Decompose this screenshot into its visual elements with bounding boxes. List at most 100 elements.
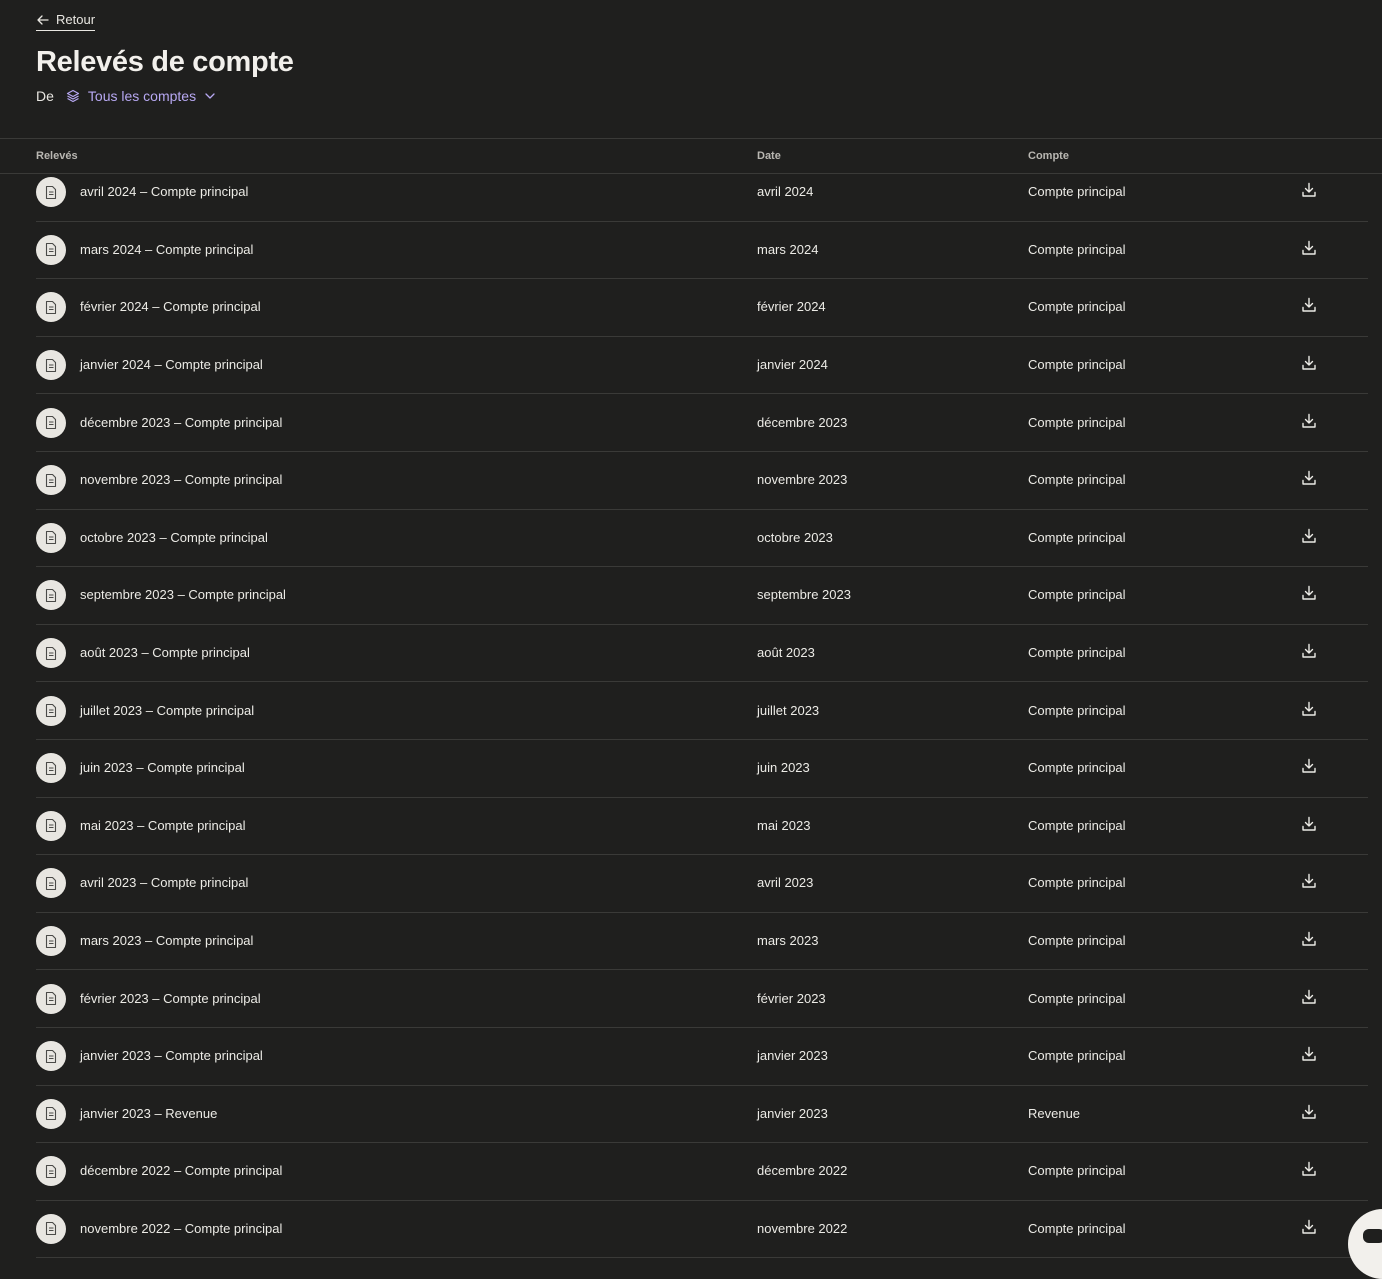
download-button[interactable] [1300,584,1318,602]
table-row[interactable]: juillet 2023 – Compte principal juillet 2… [36,682,1368,740]
download-button[interactable] [1300,1218,1318,1236]
download-button[interactable] [1300,527,1318,545]
document-badge [36,1041,66,1072]
document-badge [36,868,66,899]
statement-account: Revenue [1028,1105,1081,1121]
statement-account: Compte principal [1028,875,1126,891]
statement-date: avril 2024 [757,184,814,200]
statement-account: Compte principal [1028,414,1126,430]
document-icon [45,185,57,199]
document-icon [45,358,57,372]
statement-name: août 2023 – Compte principal [80,645,250,661]
document-icon [45,992,57,1006]
statement-account: Compte principal [1028,1163,1126,1179]
download-button[interactable] [1300,815,1318,833]
document-icon [45,300,57,315]
statement-date: octobre 2023 [757,529,833,545]
download-icon [1302,1162,1316,1177]
document-icon [45,1222,57,1236]
download-icon [1302,355,1316,370]
statement-date: avril 2023 [757,875,814,891]
download-button[interactable] [1300,1160,1318,1178]
download-button[interactable] [1300,757,1318,775]
document-badge [36,234,66,265]
statement-name: juillet 2023 – Compte principal [80,702,255,718]
column-header-date[interactable]: Date [757,150,781,162]
document-icon [45,876,57,890]
page-title: Relevés de compte [36,46,294,78]
statement-date: février 2023 [757,990,826,1006]
statement-account: Compte principal [1028,299,1126,315]
document-icon [45,646,57,660]
download-button[interactable] [1300,239,1318,257]
table-row[interactable]: juin 2023 – Compte principal juin 2023 Com… [36,740,1368,798]
download-button[interactable] [1300,412,1318,430]
document-badge [36,695,66,726]
table-row[interactable]: janvier 2024 – Compte principal janvier 2… [36,337,1368,395]
statement-date: mars 2024 [757,241,819,257]
download-button[interactable] [1300,1045,1318,1063]
document-icon [45,761,57,775]
statement-name: mars 2024 – Compte principal [80,241,254,257]
download-button[interactable] [1300,988,1318,1006]
document-badge [36,1156,66,1187]
statement-account: Compte principal [1028,933,1126,949]
document-icon [45,473,57,487]
statements-list: avril 2024 – Compte principal avril 2024 C… [36,174,1368,1259]
statement-date: novembre 2023 [757,472,848,488]
download-button[interactable] [1300,181,1318,199]
statement-account: Compte principal [1028,241,1126,257]
statement-name: janvier 2023 – Compte principal [80,1048,263,1064]
download-button[interactable] [1300,296,1318,314]
table-row[interactable]: avril 2024 – Compte principal avril 2024 C… [36,174,1368,222]
statement-date: décembre 2023 [757,414,848,430]
table-row[interactable]: mars 2023 – Compte principal mars 2023 Com… [36,913,1368,971]
back-link-label: Retour [56,12,96,27]
download-button[interactable] [1300,872,1318,890]
download-button[interactable] [1300,642,1318,660]
download-icon [1302,759,1316,773]
download-icon [1302,471,1316,485]
statement-name: avril 2023 – Compte principal [80,875,249,891]
table-row[interactable]: décembre 2022 – Compte principal décembre… [36,1143,1368,1201]
statement-date: décembre 2022 [757,1163,848,1179]
download-icon [1302,413,1316,428]
table-row[interactable]: mai 2023 – Compte principal mai 2023 Compt… [36,798,1368,856]
back-link[interactable]: Retour [36,12,96,31]
document-badge [36,177,66,208]
statement-date: mai 2023 [757,817,811,833]
table-row[interactable]: janvier 2023 – Compte principal janvier 2… [36,1028,1368,1086]
table-row[interactable]: novembre 2023 – Compte principal novembre… [36,452,1368,510]
table-row[interactable]: novembre 2022 – Compte principal novembre… [36,1201,1368,1259]
download-button[interactable] [1300,700,1318,718]
account-filter-dropdown[interactable]: Tous les comptes [66,88,216,104]
statement-name: décembre 2023 – Compte principal [80,414,283,430]
table-row[interactable]: août 2023 – Compte principal août 2023 Com… [36,625,1368,683]
column-header-releves[interactable]: Relevés [36,150,78,162]
table-row[interactable]: septembre 2023 – Compte principal septemb… [36,567,1368,625]
download-button[interactable] [1300,930,1318,948]
table-row[interactable]: avril 2023 – Compte principal avril 2023 C… [36,855,1368,913]
statement-name: janvier 2024 – Compte principal [80,357,263,373]
document-badge [36,350,66,381]
download-button[interactable] [1300,469,1318,487]
download-button[interactable] [1300,354,1318,372]
table-row[interactable]: octobre 2023 – Compte principal octobre 2… [36,510,1368,568]
table-row[interactable]: janvier 2023 – Revenue janvier 2023 Revenu… [36,1086,1368,1144]
account-filter-label: Tous les comptes [87,88,197,104]
statement-account: Compte principal [1028,472,1126,488]
download-button[interactable] [1300,1103,1318,1121]
document-icon [45,1049,57,1063]
table-row[interactable]: février 2023 – Compte principal février 2… [36,970,1368,1028]
download-icon [1302,643,1316,658]
table-row[interactable]: décembre 2023 – Compte principal décembre… [36,394,1368,452]
page-header: Retour Relevés de compte De Tous les com… [0,0,1382,139]
table-header: Relevés Date Compte [0,139,1382,174]
document-badge [36,580,66,611]
table-row[interactable]: mars 2024 – Compte principal mars 2024 Com… [36,222,1368,280]
column-header-compte[interactable]: Compte [1028,150,1069,162]
document-icon [45,819,57,833]
document-badge [36,638,66,669]
statement-account: Compte principal [1028,990,1126,1006]
table-row[interactable]: février 2024 – Compte principal février 2… [36,279,1368,337]
